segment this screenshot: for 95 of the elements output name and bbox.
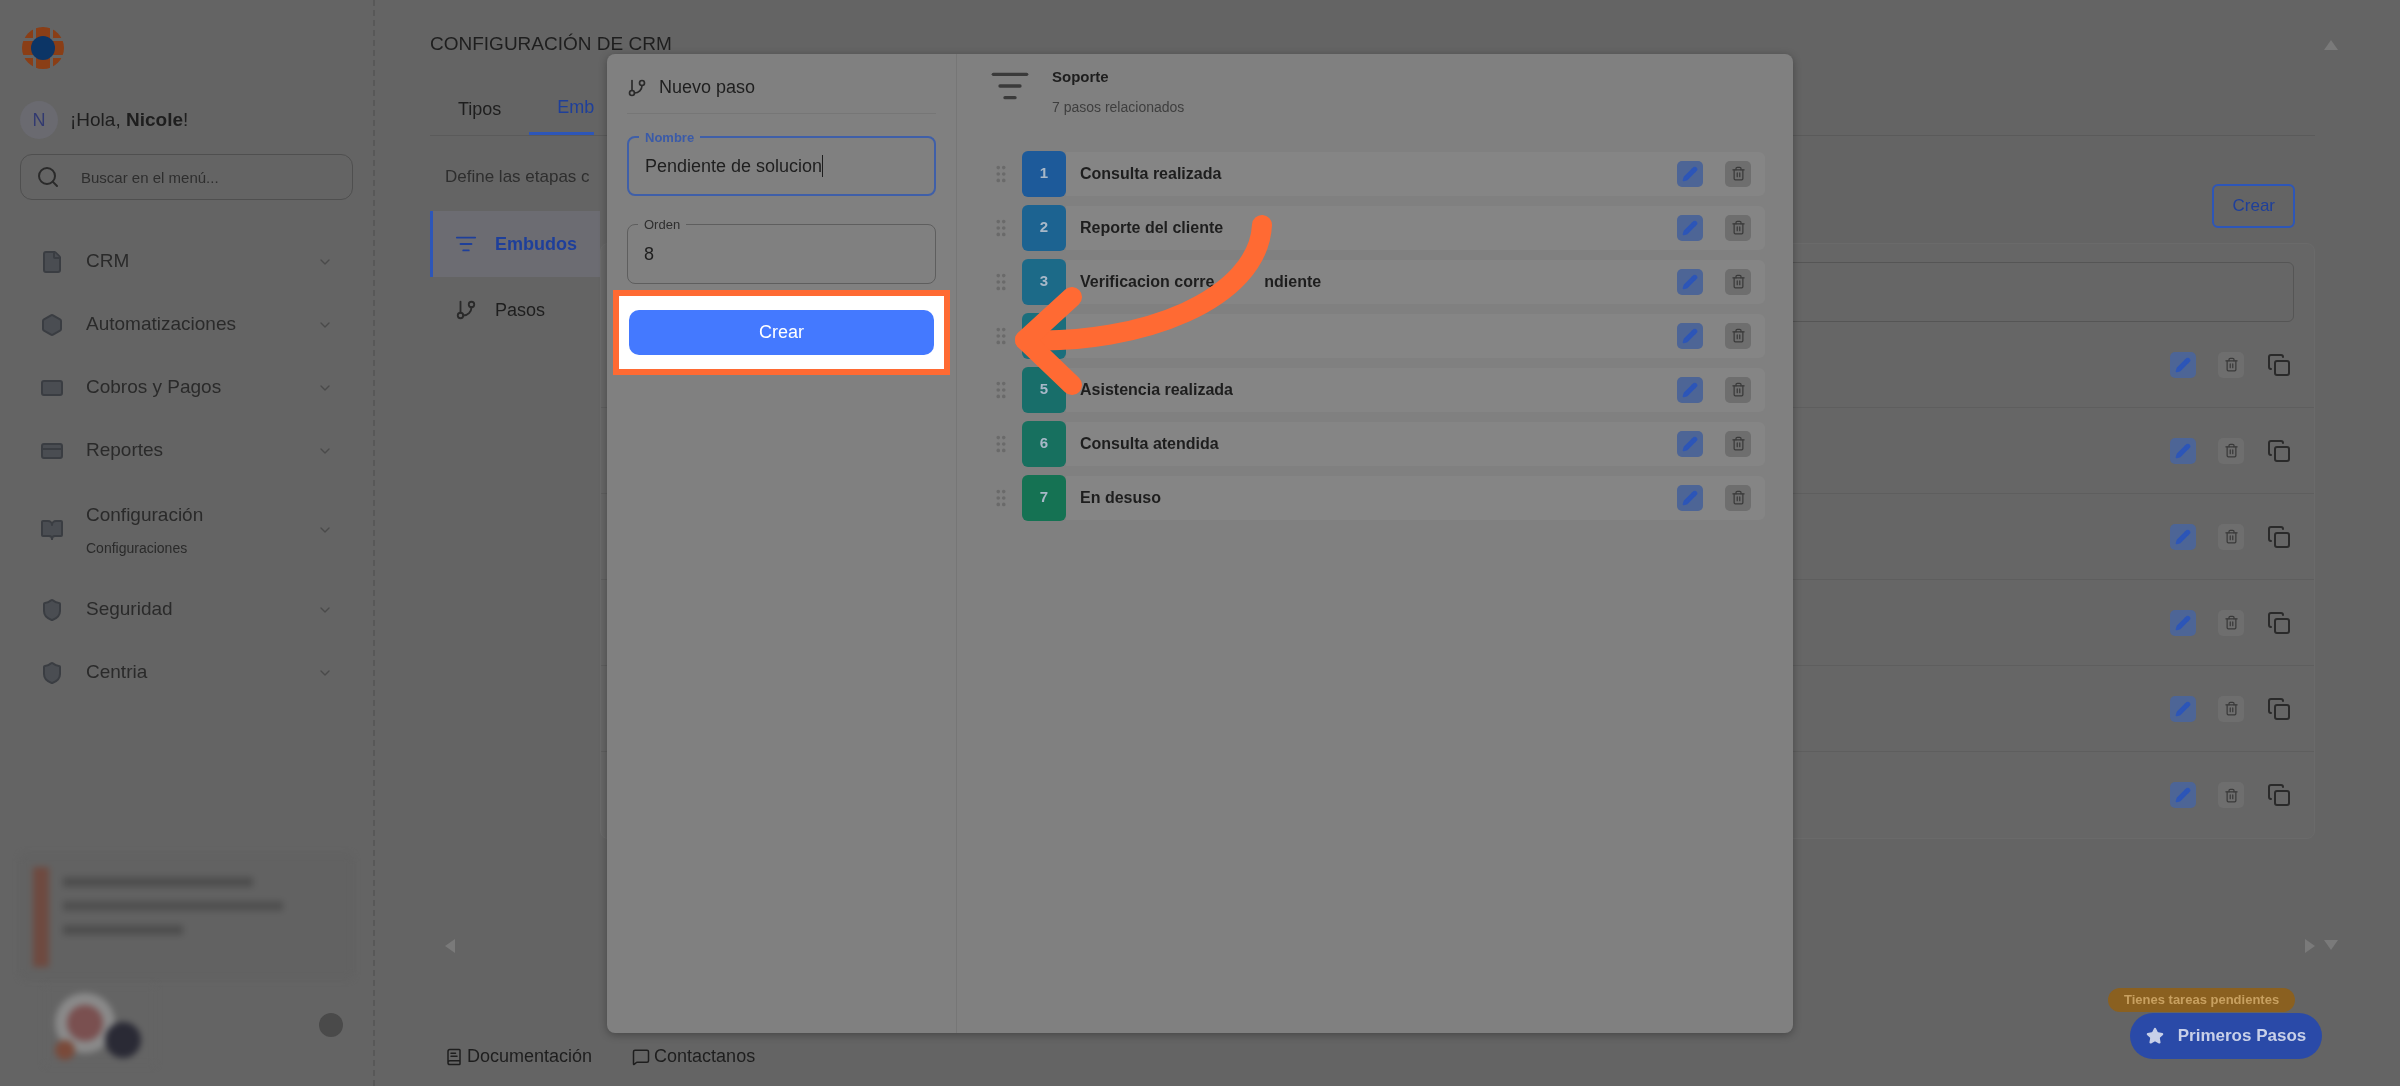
edit-icon[interactable] <box>2170 782 2196 808</box>
edit-icon[interactable] <box>2170 351 2196 378</box>
trash-icon[interactable] <box>1725 484 1751 511</box>
create-button[interactable]: Crear <box>2212 184 2295 228</box>
step-row[interactable]: Consulta atendida <box>1066 421 1765 466</box>
edit-icon[interactable] <box>1677 322 1703 349</box>
step-label: Asistencia realizada <box>1080 379 1233 400</box>
trash-icon[interactable] <box>1725 322 1751 349</box>
hexagon-icon <box>40 312 64 337</box>
nav-item[interactable]: Pasos <box>430 277 600 343</box>
nav-item[interactable]: Embudos <box>430 211 600 277</box>
copy-icon[interactable] <box>2266 782 2292 808</box>
trash-icon[interactable] <box>2218 782 2244 808</box>
edit-icon[interactable] <box>2170 695 2196 722</box>
first-steps-button[interactable]: Primeros Pasos <box>2130 1013 2322 1059</box>
copy-icon[interactable] <box>2266 437 2292 464</box>
branch-icon <box>627 77 647 98</box>
trash-icon[interactable] <box>1725 160 1751 187</box>
step-number: 3 <box>1022 258 1066 305</box>
trash-icon[interactable] <box>2218 609 2244 636</box>
step-label: ndiente <box>1264 271 1322 292</box>
chat-icon <box>632 1047 651 1066</box>
edit-icon[interactable] <box>1677 484 1703 511</box>
menu-label: CRM <box>86 249 131 274</box>
book-icon <box>40 518 64 542</box>
menu-label: Reportes <box>86 438 165 463</box>
trash-icon[interactable] <box>2218 695 2244 722</box>
edit-icon[interactable] <box>2170 437 2196 464</box>
copy-icon[interactable] <box>2266 523 2292 550</box>
step-label: En desuso <box>1080 487 1161 508</box>
footer-link[interactable]: Documentación <box>445 1043 593 1070</box>
user-avatar: N <box>20 101 58 139</box>
trash-icon[interactable] <box>1725 376 1751 403</box>
copy-icon[interactable] <box>2266 695 2292 722</box>
step-label: Consulta realizada <box>1080 163 1222 184</box>
menu-label: Automatizaciones <box>86 312 237 337</box>
funnel-subtitle: 7 pasos relacionados <box>1052 97 1185 117</box>
trash-icon[interactable] <box>1725 430 1751 457</box>
step-label: Verificacion corre <box>1080 271 1215 292</box>
trash-icon[interactable] <box>1725 214 1751 241</box>
menu-item[interactable]: Seguridad <box>20 578 353 641</box>
page-title: CONFIGURACIÓN DE CRM <box>430 32 673 56</box>
copy-icon[interactable] <box>2266 351 2292 378</box>
tasks-badge: Tienes tareas pendientes <box>2108 988 2296 1012</box>
step-label: Consulta atendida <box>1080 433 1219 454</box>
menu-item[interactable]: Automatizaciones <box>20 293 353 356</box>
edit-icon[interactable] <box>2170 523 2196 550</box>
copy-icon[interactable] <box>2266 609 2292 636</box>
menu-label: Cobros y Pagos <box>86 375 223 400</box>
star-icon <box>2145 1027 2164 1045</box>
shield-icon <box>40 660 64 685</box>
step-row[interactable]: Verificacion corre ndiente <box>1066 259 1765 304</box>
branch-icon <box>455 299 477 321</box>
menu-label: Seguridad <box>86 597 174 622</box>
submit-button[interactable]: Crear <box>629 310 934 355</box>
tab[interactable]: Tipos <box>430 83 530 135</box>
step-number: 1 <box>1022 150 1066 197</box>
step-row[interactable] <box>1066 313 1765 358</box>
step-number: 2 <box>1022 204 1066 251</box>
step-row[interactable]: Consulta realizada <box>1066 151 1765 196</box>
step-row[interactable]: Reporte del cliente <box>1066 205 1765 250</box>
edit-icon[interactable] <box>1677 268 1703 295</box>
edit-icon[interactable] <box>1677 376 1703 403</box>
footer-link[interactable]: Contactanos <box>632 1043 756 1070</box>
step-row[interactable]: Asistencia realizada <box>1066 367 1765 412</box>
menu-label: Centria <box>86 660 149 685</box>
tab[interactable]: Emb <box>529 83 595 135</box>
menu-item[interactable]: Centria <box>20 641 353 704</box>
edit-icon[interactable] <box>1677 430 1703 457</box>
trash-icon[interactable] <box>1725 268 1751 295</box>
step-number: 7 <box>1022 474 1066 521</box>
funnel-name: Soporte <box>1052 67 1110 87</box>
menu-label: Configuración <box>86 503 205 528</box>
menu-item[interactable]: CRM <box>20 230 353 293</box>
trash-icon[interactable] <box>2218 523 2244 550</box>
greeting-text: ¡Hola, Nicole! <box>70 107 189 132</box>
search-icon <box>36 165 60 189</box>
step-row[interactable]: En desuso <box>1066 475 1765 520</box>
logo-icon <box>20 25 66 71</box>
user-menu-icon[interactable] <box>319 1013 343 1037</box>
doc-icon <box>445 1047 463 1066</box>
edit-icon[interactable] <box>1677 160 1703 187</box>
menu-sublabel: Configuraciones <box>86 538 189 558</box>
edit-icon[interactable] <box>1677 214 1703 241</box>
document-icon <box>40 249 64 274</box>
menu-item[interactable]: Cobros y Pagos <box>20 356 353 419</box>
menu-item[interactable]: Configuración Configuraciones <box>20 482 353 578</box>
menu-item[interactable]: Reportes <box>20 419 353 482</box>
modal-title: Nuevo paso <box>659 76 756 99</box>
step-number: 6 <box>1022 420 1066 467</box>
step-label: Reporte del cliente <box>1080 217 1224 238</box>
trash-icon[interactable] <box>2218 437 2244 464</box>
edit-icon[interactable] <box>2170 609 2196 636</box>
trash-icon[interactable] <box>2218 351 2244 378</box>
shield-icon <box>40 597 64 622</box>
